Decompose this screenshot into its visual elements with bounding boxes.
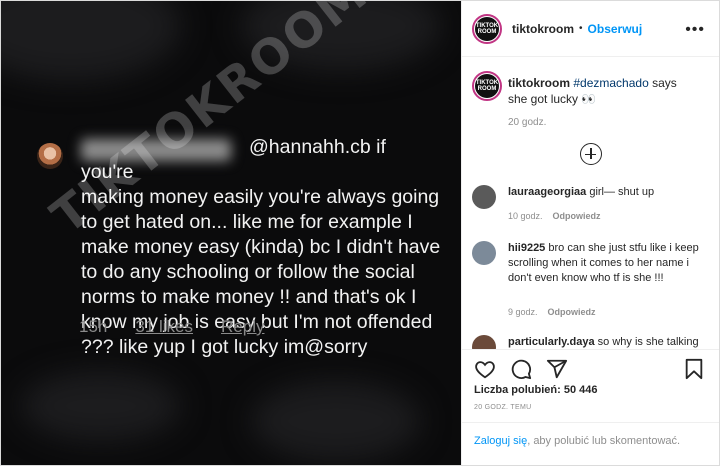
share-icon[interactable] bbox=[546, 358, 568, 380]
avatar[interactable] bbox=[472, 185, 496, 209]
comment-username[interactable]: particularly.daya bbox=[508, 336, 595, 348]
avatar: TIKTOK ROOM bbox=[472, 71, 502, 101]
comment-meta: 9 godz. Odpowiedz bbox=[508, 307, 596, 317]
comments-list[interactable]: TIKTOK ROOM tiktokroom #dezmachado says … bbox=[462, 57, 719, 349]
avatar[interactable] bbox=[472, 241, 496, 265]
reply-button[interactable]: Odpowiedz bbox=[553, 211, 601, 221]
post-media[interactable]: @hannahh.cb if you're making money easil… bbox=[1, 1, 461, 465]
comment-text: girl— shut up bbox=[586, 186, 655, 198]
likes-count[interactable]: Liczba polubień: 50 446 bbox=[474, 384, 597, 396]
caption-avatar[interactable]: TIKTOK ROOM bbox=[472, 71, 502, 101]
heart-icon[interactable] bbox=[474, 358, 496, 380]
separator-dot: • bbox=[579, 23, 583, 34]
login-prompt: Zaloguj się, aby polubić lub skomentować… bbox=[462, 422, 719, 459]
blurred-background bbox=[21, 371, 181, 441]
post-sidebar: TIKTOK ROOM tiktokroom • Obserwuj ••• TI… bbox=[461, 1, 719, 465]
comment-content: lauraageorgiaa girl— shut up bbox=[508, 185, 704, 200]
blurred-background bbox=[251, 381, 421, 461]
load-more-comments-icon[interactable] bbox=[580, 143, 602, 165]
avatar[interactable]: TIKTOK ROOM bbox=[472, 13, 502, 44]
comment-age: 15h bbox=[79, 317, 108, 336]
login-text: , aby polubić lub skomentować. bbox=[527, 435, 681, 447]
comment-time: 9 godz. bbox=[508, 307, 538, 317]
header-username[interactable]: tiktokroom bbox=[512, 22, 574, 36]
comment-time: 10 godz. bbox=[508, 211, 543, 221]
avatar-logo: TIKTOK ROOM bbox=[475, 16, 499, 41]
bookmark-icon[interactable] bbox=[683, 358, 705, 380]
comment-content: particularly.daya so why is she talking bbox=[508, 335, 704, 349]
post-time: 20 GODZ. TEMU bbox=[474, 404, 532, 411]
comment-username[interactable]: lauraageorgiaa bbox=[508, 186, 586, 198]
comment-content: hii9225 bro can she just stfu like i kee… bbox=[508, 241, 704, 286]
more-options-icon[interactable]: ••• bbox=[685, 21, 705, 39]
post-actions: Liczba polubień: 50 446 20 GODZ. TEMU Za… bbox=[462, 349, 719, 465]
avatar[interactable] bbox=[472, 335, 496, 349]
comment-username[interactable]: hii9225 bbox=[508, 242, 545, 254]
comment-likes: 31 likes bbox=[135, 317, 194, 336]
reply-button[interactable]: Odpowiedz bbox=[548, 307, 596, 317]
follow-button[interactable]: Obserwuj bbox=[588, 22, 643, 36]
post-header: TIKTOK ROOM tiktokroom • Obserwuj ••• bbox=[462, 1, 719, 57]
comment-meta: 10 godz. Odpowiedz bbox=[508, 211, 601, 221]
comment-reply: Reply bbox=[221, 317, 265, 336]
caption-username[interactable]: tiktokroom bbox=[508, 76, 570, 90]
blurred-background bbox=[1, 1, 181, 81]
action-icons bbox=[474, 358, 568, 380]
comment-text: so why is she talking bbox=[594, 336, 699, 348]
commenter-avatar bbox=[37, 143, 63, 169]
comment-icon[interactable] bbox=[510, 358, 532, 380]
caption-time: 20 godz. bbox=[508, 117, 547, 128]
caption: tiktokroom #dezmachado says she got luck… bbox=[508, 75, 698, 107]
caption-hashtag[interactable]: #dezmachado bbox=[573, 76, 648, 90]
post-modal: @hannahh.cb if you're making money easil… bbox=[0, 0, 720, 466]
comment-meta: 15h 31 likes Reply bbox=[79, 317, 264, 337]
avatar-logo: TIKTOK ROOM bbox=[475, 74, 499, 98]
login-link[interactable]: Zaloguj się bbox=[474, 435, 527, 447]
